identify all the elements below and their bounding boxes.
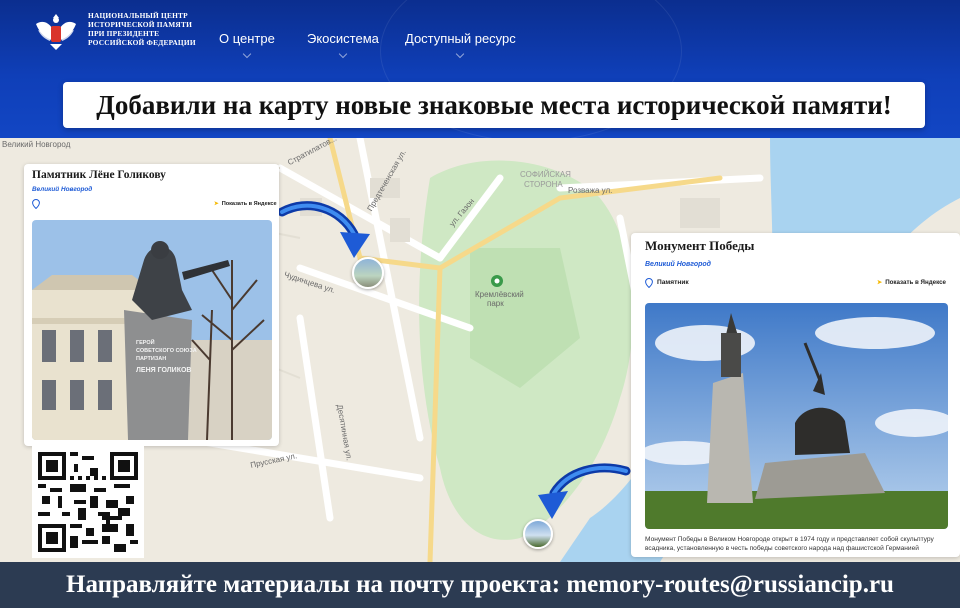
card-city-link[interactable]: Великий Новгород xyxy=(32,186,92,193)
map-label-street: Розважа ул. xyxy=(568,186,613,195)
location-pin-icon xyxy=(32,199,40,209)
chevron-down-icon xyxy=(456,49,465,59)
yandex-label: Показать в Яндексе xyxy=(221,201,277,207)
plaque-line: СОВЕТСКОГО СОЮЗА xyxy=(136,348,197,354)
place-description: Монумент Победы в Великом Новгороде откр… xyxy=(645,536,934,552)
map-label-district: СТОРОНА xyxy=(524,180,563,189)
nav-item-accessible[interactable]: Доступный ресурс xyxy=(405,31,516,59)
nav-item-about[interactable]: О центре xyxy=(219,31,275,59)
arrow-icon xyxy=(538,463,631,519)
chevron-down-icon xyxy=(338,49,348,59)
yandex-arrow-icon: ➤ xyxy=(877,279,883,286)
eagle-logo-icon[interactable] xyxy=(30,10,82,52)
card-title: Памятник Лёне Голикову xyxy=(32,169,166,181)
org-line: НАЦИОНАЛЬНЫЙ ЦЕНТР xyxy=(88,11,188,20)
chevron-down-icon xyxy=(242,49,252,59)
place-type: Памятник xyxy=(657,279,689,286)
place-card-victory[interactable]: Монумент Победы Великий Новгород Памятни… xyxy=(631,233,960,557)
arrow-icon xyxy=(278,201,370,258)
yandex-label: Показать в Яндексе xyxy=(885,279,946,286)
nav-item-ecosystem[interactable]: Экосистема xyxy=(307,31,379,59)
yandex-arrow-icon: ➤ xyxy=(214,201,219,207)
nav-label: Экосистема xyxy=(307,31,379,46)
org-line: РОССИЙСКОЙ ФЕДЕРАЦИИ xyxy=(88,38,196,47)
footer-cta: Направляйте материалы на почту проекта: … xyxy=(0,562,960,608)
org-line: ИСТОРИЧЕСКОЙ ПАМЯТИ xyxy=(88,20,193,29)
map-label-park: парк xyxy=(487,299,504,308)
show-in-yandex-link[interactable]: ➤ Показать в Яндексе xyxy=(877,279,946,286)
card-title: Монумент Победы xyxy=(645,238,755,253)
org-line: ПРИ ПРЕЗИДЕНТЕ xyxy=(88,29,160,38)
monument-photo xyxy=(645,303,948,529)
plaque-line: ЛЕНЯ ГОЛИКОВ xyxy=(136,367,191,374)
site-header: НАЦИОНАЛЬНЫЙ ЦЕНТР ИСТОРИЧЕСКОЙ ПАМЯТИ П… xyxy=(0,0,960,138)
map-label-district: СОФИЙСКАЯ xyxy=(520,170,571,179)
plaque-line: ГЕРОЙ xyxy=(136,338,155,346)
location-pin-icon xyxy=(645,278,653,288)
qr-code[interactable] xyxy=(32,446,144,558)
map-marker-victory[interactable] xyxy=(523,519,553,549)
org-name: НАЦИОНАЛЬНЫЙ ЦЕНТР ИСТОРИЧЕСКОЙ ПАМЯТИ П… xyxy=(88,11,208,47)
map-label-park: Кремлёвский xyxy=(475,290,524,299)
map-label-city: Великий Новгород xyxy=(2,140,71,149)
card-city-link[interactable]: Великий Новгород xyxy=(645,261,711,268)
monument-photo: ГЕРОЙ СОВЕТСКОГО СОЮЗА ПАРТИЗАН ЛЕНЯ ГОЛ… xyxy=(32,220,272,440)
announcement-banner: Добавили на карту новые знаковые места и… xyxy=(63,82,925,128)
show-in-yandex-link[interactable]: ➤ Показать в Яндексе xyxy=(214,201,277,207)
plaque-line: ПАРТИЗАН xyxy=(136,356,166,362)
nav-label: О центре xyxy=(219,31,275,46)
nav-label: Доступный ресурс xyxy=(405,31,516,46)
place-card-golikov[interactable]: Памятник Лёне Голикову Великий Новгород … xyxy=(24,164,279,446)
